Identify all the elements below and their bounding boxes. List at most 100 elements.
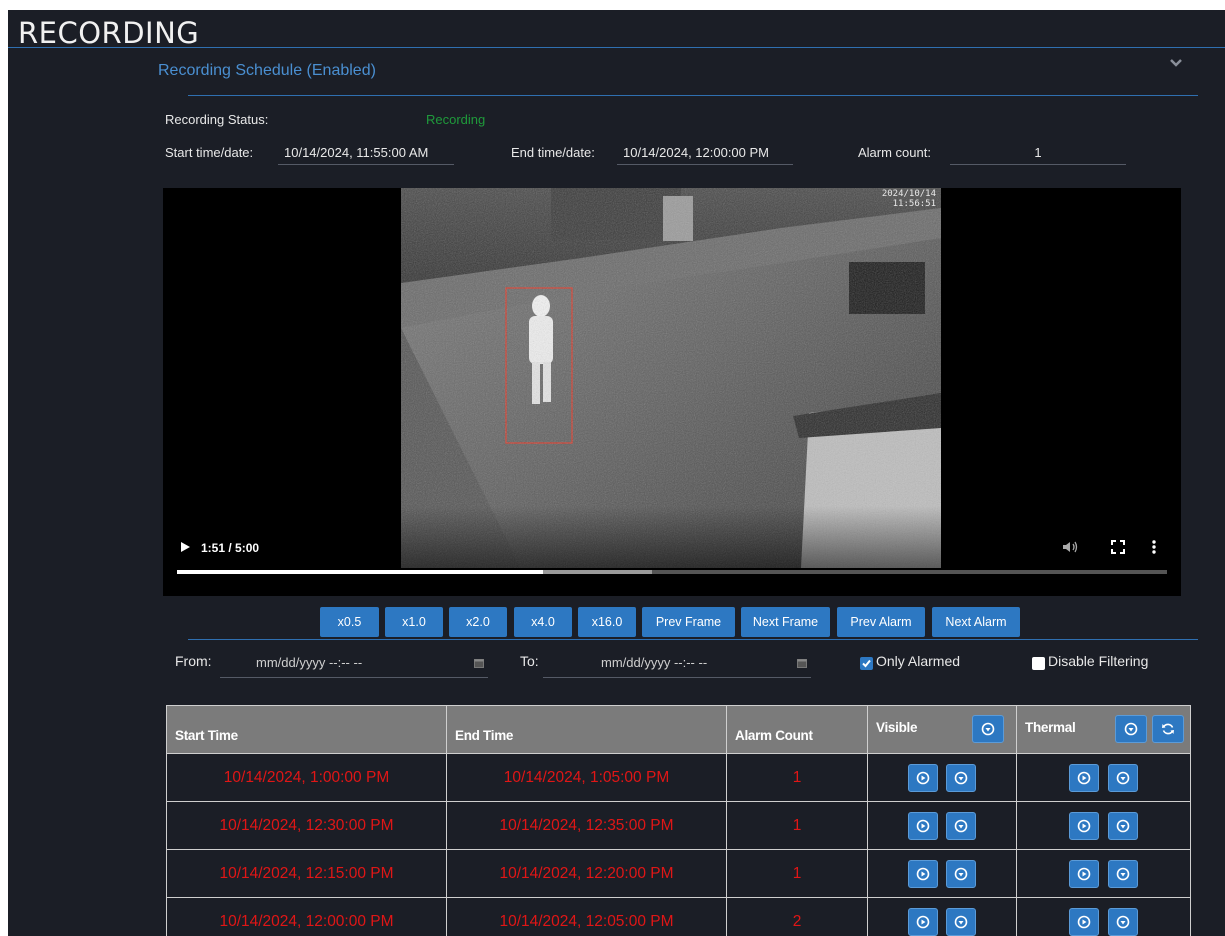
more-vert-icon[interactable]	[1151, 539, 1157, 555]
alarm-count-header[interactable]: Alarm Count	[726, 705, 868, 754]
row-start-time: 10/14/2024, 1:00:00 PM	[166, 753, 447, 802]
disable-filtering-checkbox[interactable]	[1032, 657, 1045, 670]
refresh-icon	[1162, 723, 1174, 735]
calendar-icon[interactable]	[797, 658, 807, 668]
start-time-header[interactable]: Start Time	[166, 705, 447, 754]
row-visible-actions	[867, 801, 1017, 850]
speed-x2.0-button[interactable]: x2.0	[449, 607, 507, 637]
visible-play-button[interactable]	[907, 907, 938, 936]
video-controls-overlay	[163, 506, 1181, 596]
recording-status-label: Recording Status:	[165, 112, 269, 127]
video-player[interactable]: 2024/10/14 11:56:51 1:51 / 5:00	[163, 188, 1181, 596]
video-time-display: 1:51 / 5:00	[201, 541, 260, 555]
download-icon	[954, 771, 968, 784]
play-icon[interactable]	[179, 540, 191, 554]
prev-frame-button[interactable]: Prev Frame	[642, 607, 735, 637]
play-circle-icon	[916, 771, 930, 784]
thermal-download-button[interactable]	[1107, 907, 1138, 936]
row-visible-actions	[867, 897, 1017, 936]
speed-x0.5-button[interactable]: x0.5	[320, 607, 379, 637]
app-window: RECORDING Recording Schedule (Enabled) R…	[8, 10, 1225, 936]
title-divider	[8, 47, 1225, 48]
only-alarmed-label[interactable]: Only Alarmed	[876, 653, 960, 669]
start-time-label: Start time/date:	[165, 145, 254, 160]
table-row: 10/14/2024, 1:00:00 PM 10/14/2024, 1:05:…	[166, 753, 1191, 802]
row-thermal-actions	[1016, 849, 1191, 898]
visible-play-button[interactable]	[907, 811, 938, 840]
next-frame-button[interactable]: Next Frame	[741, 607, 830, 637]
row-start-time: 10/14/2024, 12:00:00 PM	[166, 897, 447, 936]
row-thermal-actions	[1016, 801, 1191, 850]
recordings-table: Start Time End Time Alarm Count Visible	[166, 705, 1191, 936]
visible-play-button[interactable]	[907, 763, 938, 792]
to-date-placeholder: mm/dd/yyyy --:-- --	[601, 655, 708, 670]
video-progress-fill	[177, 570, 544, 574]
start-time-value: 10/14/2024, 11:55:00 AM	[278, 141, 454, 165]
alarm-count-label: Alarm count:	[858, 145, 931, 160]
fullscreen-icon[interactable]	[1111, 540, 1125, 554]
from-date-input[interactable]: mm/dd/yyyy --:-- --	[220, 650, 488, 678]
end-time-value: 10/14/2024, 12:00:00 PM	[617, 141, 793, 165]
video-progress-bar[interactable]	[177, 570, 1167, 574]
visible-download-button[interactable]	[946, 859, 977, 888]
table-row: 10/14/2024, 12:15:00 PM 10/14/2024, 12:2…	[166, 849, 1191, 898]
end-time-header[interactable]: End Time	[446, 705, 727, 754]
row-thermal-actions	[1016, 897, 1191, 936]
thermal-play-button[interactable]	[1069, 811, 1100, 840]
download-icon	[1116, 915, 1129, 928]
row-end-time: 10/14/2024, 12:35:00 PM	[446, 801, 727, 850]
visible-download-button[interactable]	[946, 907, 977, 936]
check-icon	[862, 659, 871, 668]
play-circle-icon	[916, 915, 930, 928]
thermal-download-button[interactable]	[1107, 811, 1138, 840]
visible-download-button[interactable]	[946, 763, 977, 792]
refresh-button[interactable]	[1152, 715, 1184, 743]
row-thermal-actions	[1016, 753, 1191, 802]
download-icon	[1116, 819, 1129, 832]
only-alarmed-checkbox[interactable]	[860, 657, 873, 670]
thermal-download-button[interactable]	[1107, 763, 1138, 792]
play-circle-icon	[916, 819, 930, 832]
visible-play-button[interactable]	[907, 859, 938, 888]
table-row: 10/14/2024, 12:30:00 PM 10/14/2024, 12:3…	[166, 801, 1191, 850]
next-alarm-button[interactable]: Next Alarm	[932, 607, 1020, 637]
speed-x16.0-button[interactable]: x16.0	[578, 607, 636, 637]
speed-x1.0-button[interactable]: x1.0	[385, 607, 443, 637]
from-label: From:	[175, 653, 212, 669]
download-icon	[954, 819, 968, 832]
play-circle-icon	[1078, 771, 1091, 784]
play-circle-icon	[1078, 867, 1091, 880]
thermal-play-button[interactable]	[1069, 763, 1100, 792]
download-icon	[1124, 722, 1138, 736]
download-icon	[954, 915, 968, 928]
prev-alarm-button[interactable]: Prev Alarm	[837, 607, 925, 637]
row-start-time: 10/14/2024, 12:15:00 PM	[166, 849, 447, 898]
row-visible-actions	[867, 753, 1017, 802]
schedule-header-link[interactable]: Recording Schedule (Enabled)	[158, 62, 376, 80]
row-alarm-count: 1	[726, 801, 868, 850]
page-title: RECORDING	[18, 16, 200, 50]
to-label: To:	[520, 653, 539, 669]
speed-x4.0-button[interactable]: x4.0	[514, 607, 572, 637]
download-icon	[1116, 867, 1129, 880]
svg-text:11:56:51: 11:56:51	[893, 199, 936, 209]
disable-filtering-label[interactable]: Disable Filtering	[1048, 653, 1148, 669]
chevron-down-icon[interactable]	[1168, 56, 1184, 70]
alarm-count-value: 1	[950, 141, 1126, 165]
thermal-play-button[interactable]	[1069, 859, 1100, 888]
play-circle-icon	[1078, 819, 1091, 832]
calendar-icon[interactable]	[474, 658, 484, 668]
schedule-divider	[188, 95, 1198, 96]
thermal-download-all-button[interactable]	[1115, 715, 1147, 743]
row-end-time: 10/14/2024, 12:20:00 PM	[446, 849, 727, 898]
row-end-time: 10/14/2024, 12:05:00 PM	[446, 897, 727, 936]
mute-icon[interactable]	[1062, 540, 1080, 554]
from-date-placeholder: mm/dd/yyyy --:-- --	[256, 655, 363, 670]
thermal-download-button[interactable]	[1107, 859, 1138, 888]
visible-download-button[interactable]	[946, 811, 977, 840]
row-alarm-count: 2	[726, 897, 868, 936]
to-date-input[interactable]: mm/dd/yyyy --:-- --	[543, 650, 811, 678]
visible-download-all-button[interactable]	[972, 715, 1004, 743]
thermal-play-button[interactable]	[1069, 907, 1100, 936]
download-icon	[981, 722, 995, 736]
